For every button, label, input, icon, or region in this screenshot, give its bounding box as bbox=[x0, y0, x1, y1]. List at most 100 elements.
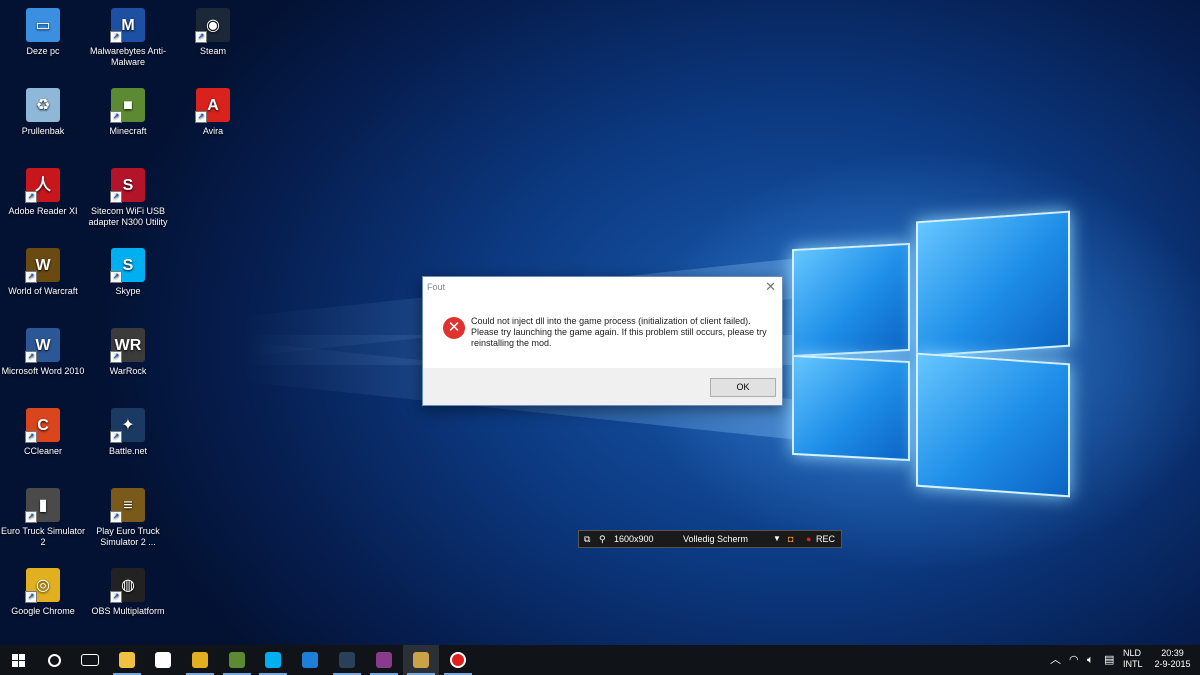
chrome-icon: ◎ ↗ bbox=[25, 568, 60, 603]
layout-label: INTL bbox=[1123, 659, 1143, 669]
desktop-icon[interactable]: ◉ ↗ Steam bbox=[170, 8, 256, 57]
battlenet-icon: ✦ ↗ bbox=[110, 408, 145, 443]
desktop-icon-label: Malwarebytes Anti-Malware bbox=[89, 46, 167, 67]
rec-label[interactable]: REC bbox=[816, 531, 835, 547]
clock[interactable]: 20:39 2-9-2015 bbox=[1150, 648, 1195, 672]
volume-icon[interactable]: 🔈︎ bbox=[1087, 645, 1094, 675]
minecraft[interactable] bbox=[219, 645, 255, 675]
zoom-icon[interactable]: ⚲ bbox=[599, 531, 606, 547]
ccleaner-icon: C ↗ bbox=[25, 408, 60, 443]
error-dialog: Fout ✕ ✕ Could not inject dll into the g… bbox=[422, 276, 783, 406]
shortcut-arrow-icon: ↗ bbox=[110, 271, 122, 283]
chevron-down-icon[interactable]: ▼ bbox=[773, 531, 781, 547]
desktop-icon[interactable]: ■ ↗ Minecraft bbox=[85, 88, 171, 137]
desktop-icon-label: CCleaner bbox=[23, 446, 63, 456]
ok-button[interactable]: OK bbox=[710, 378, 776, 397]
desktop-icon[interactable]: W ↗ Microsoft Word 2010 bbox=[0, 328, 86, 377]
desktop-icon-label: Play Euro Truck Simulator 2 ... bbox=[96, 526, 160, 547]
desktop-icon-label: Steam bbox=[199, 46, 226, 56]
desktop-icon[interactable]: W ↗ World of Warcraft bbox=[0, 248, 86, 297]
logo-pane bbox=[916, 210, 1070, 358]
steam[interactable] bbox=[329, 645, 365, 675]
obs-record[interactable] bbox=[440, 645, 476, 675]
resolution-label: 1600x900 bbox=[614, 534, 654, 544]
error-icon: ✕ bbox=[443, 317, 465, 339]
chrome[interactable] bbox=[182, 645, 218, 675]
chevron-up-icon[interactable]: ︿ bbox=[1050, 645, 1061, 675]
desktop-icon[interactable]: S ↗ Sitecom WiFi USB adapter N300 Utility bbox=[85, 168, 171, 228]
dialog-message: Could not inject dll into the game proce… bbox=[471, 316, 767, 348]
computer-icon: ▭ bbox=[26, 8, 60, 42]
notification-icon[interactable]: ▤ bbox=[1104, 645, 1114, 675]
desktop-icon-label: Microsoft Word 2010 bbox=[1, 366, 85, 376]
winrar-icon bbox=[376, 652, 392, 668]
desktop-icon-label: Skype bbox=[115, 286, 141, 296]
network-icon[interactable]: ◠ bbox=[1069, 645, 1079, 675]
shortcut-arrow-icon: ↗ bbox=[25, 431, 37, 443]
clock-time: 20:39 bbox=[1161, 648, 1184, 658]
desktop-icon[interactable]: 人 ↗ Adobe Reader XI bbox=[0, 168, 86, 217]
shortcut-arrow-icon: ↗ bbox=[110, 591, 122, 603]
desktop: ▭ Deze pc M ↗ Malwarebytes Anti-Malware ◉ ↗ Ste… bbox=[0, 0, 1200, 645]
mode-label[interactable]: Volledig Scherm bbox=[683, 531, 748, 547]
close-icon[interactable]: ✕ bbox=[765, 279, 776, 295]
ets2-icon bbox=[413, 652, 429, 668]
word-icon: W ↗ bbox=[25, 328, 60, 363]
minecraft-icon: ■ ↗ bbox=[110, 88, 145, 123]
shortcut-arrow-icon: ↗ bbox=[110, 31, 122, 43]
camera-icon[interactable]: ◘ bbox=[788, 531, 793, 547]
shortcut-arrow-icon: ↗ bbox=[110, 191, 122, 203]
skype[interactable] bbox=[255, 645, 291, 675]
record-icon bbox=[450, 652, 466, 668]
desktop-icon[interactable]: ▭ Deze pc bbox=[0, 8, 86, 57]
folder-icon bbox=[119, 652, 135, 668]
logo-pane bbox=[792, 354, 910, 462]
shortcut-arrow-icon: ↗ bbox=[110, 351, 122, 363]
malwarebytes-icon: M ↗ bbox=[110, 8, 145, 43]
desktop-icon[interactable]: ◍ ↗ OBS Multiplatform bbox=[85, 568, 171, 617]
shortcut-arrow-icon: ↗ bbox=[25, 271, 37, 283]
file-explorer[interactable] bbox=[109, 645, 145, 675]
ets2[interactable] bbox=[403, 645, 439, 675]
language-label: NLD bbox=[1123, 648, 1142, 658]
skype-icon: S ↗ bbox=[110, 248, 145, 283]
desktop-icon[interactable]: ♻ Prullenbak bbox=[0, 88, 86, 137]
recycle-bin-icon: ♻ bbox=[26, 88, 60, 122]
desktop-icon[interactable]: ◎ ↗ Google Chrome bbox=[0, 568, 86, 617]
desktop-icon[interactable]: C ↗ CCleaner bbox=[0, 408, 86, 457]
desktop-icon[interactable]: M ↗ Malwarebytes Anti-Malware bbox=[85, 8, 171, 68]
steam-icon: ◉ ↗ bbox=[195, 8, 230, 43]
desktop-icon[interactable]: S ↗ Skype bbox=[85, 248, 171, 297]
shortcut-arrow-icon: ↗ bbox=[25, 351, 37, 363]
edge-icon bbox=[302, 652, 318, 668]
desktop-icon-label: Adobe Reader XI bbox=[8, 206, 78, 216]
shortcut-arrow-icon: ↗ bbox=[195, 31, 207, 43]
desktop-icon-label: Sitecom WiFi USB adapter N300 Utility bbox=[88, 206, 168, 227]
avira-icon: A ↗ bbox=[195, 88, 230, 123]
desktop-icon-label: Battle.net bbox=[108, 446, 148, 456]
taskbar: ︿ ◠ 🔈︎ ▤ NLD INTL 20:39 2-9-2015 bbox=[0, 645, 1200, 675]
shortcut-arrow-icon: ↗ bbox=[25, 191, 37, 203]
store[interactable] bbox=[145, 645, 181, 675]
language-indicator[interactable]: NLD INTL bbox=[1123, 648, 1143, 672]
record-dot-icon: ● bbox=[806, 534, 812, 544]
desktop-icon[interactable]: WR ↗ WarRock bbox=[85, 328, 171, 377]
task-view-icon bbox=[81, 654, 99, 666]
search-button[interactable] bbox=[36, 645, 72, 675]
search-icon bbox=[47, 653, 61, 667]
recorder-overlay: ⧉ ⚲ 1600x900 Volledig Scherm ▼ ◘ ● REC bbox=[578, 530, 842, 548]
desktop-icon[interactable]: ≡ ↗ Play Euro Truck Simulator 2 ... bbox=[85, 488, 171, 548]
desktop-icon[interactable]: ✦ ↗ Battle.net bbox=[85, 408, 171, 457]
store-icon bbox=[155, 652, 171, 668]
start-button[interactable] bbox=[0, 645, 36, 675]
shortcut-arrow-icon: ↗ bbox=[110, 511, 122, 523]
winrar[interactable] bbox=[366, 645, 402, 675]
shortcut-arrow-icon: ↗ bbox=[25, 511, 37, 523]
window-icon[interactable]: ⧉ bbox=[584, 531, 590, 547]
desktop-icon[interactable]: ▮ ↗ Euro Truck Simulator 2 bbox=[0, 488, 86, 548]
desktop-icon-label: Google Chrome bbox=[11, 606, 75, 616]
shortcut-arrow-icon: ↗ bbox=[110, 431, 122, 443]
desktop-icon[interactable]: A ↗ Avira bbox=[170, 88, 256, 137]
edge[interactable] bbox=[292, 645, 328, 675]
task-view-button[interactable] bbox=[72, 645, 108, 675]
